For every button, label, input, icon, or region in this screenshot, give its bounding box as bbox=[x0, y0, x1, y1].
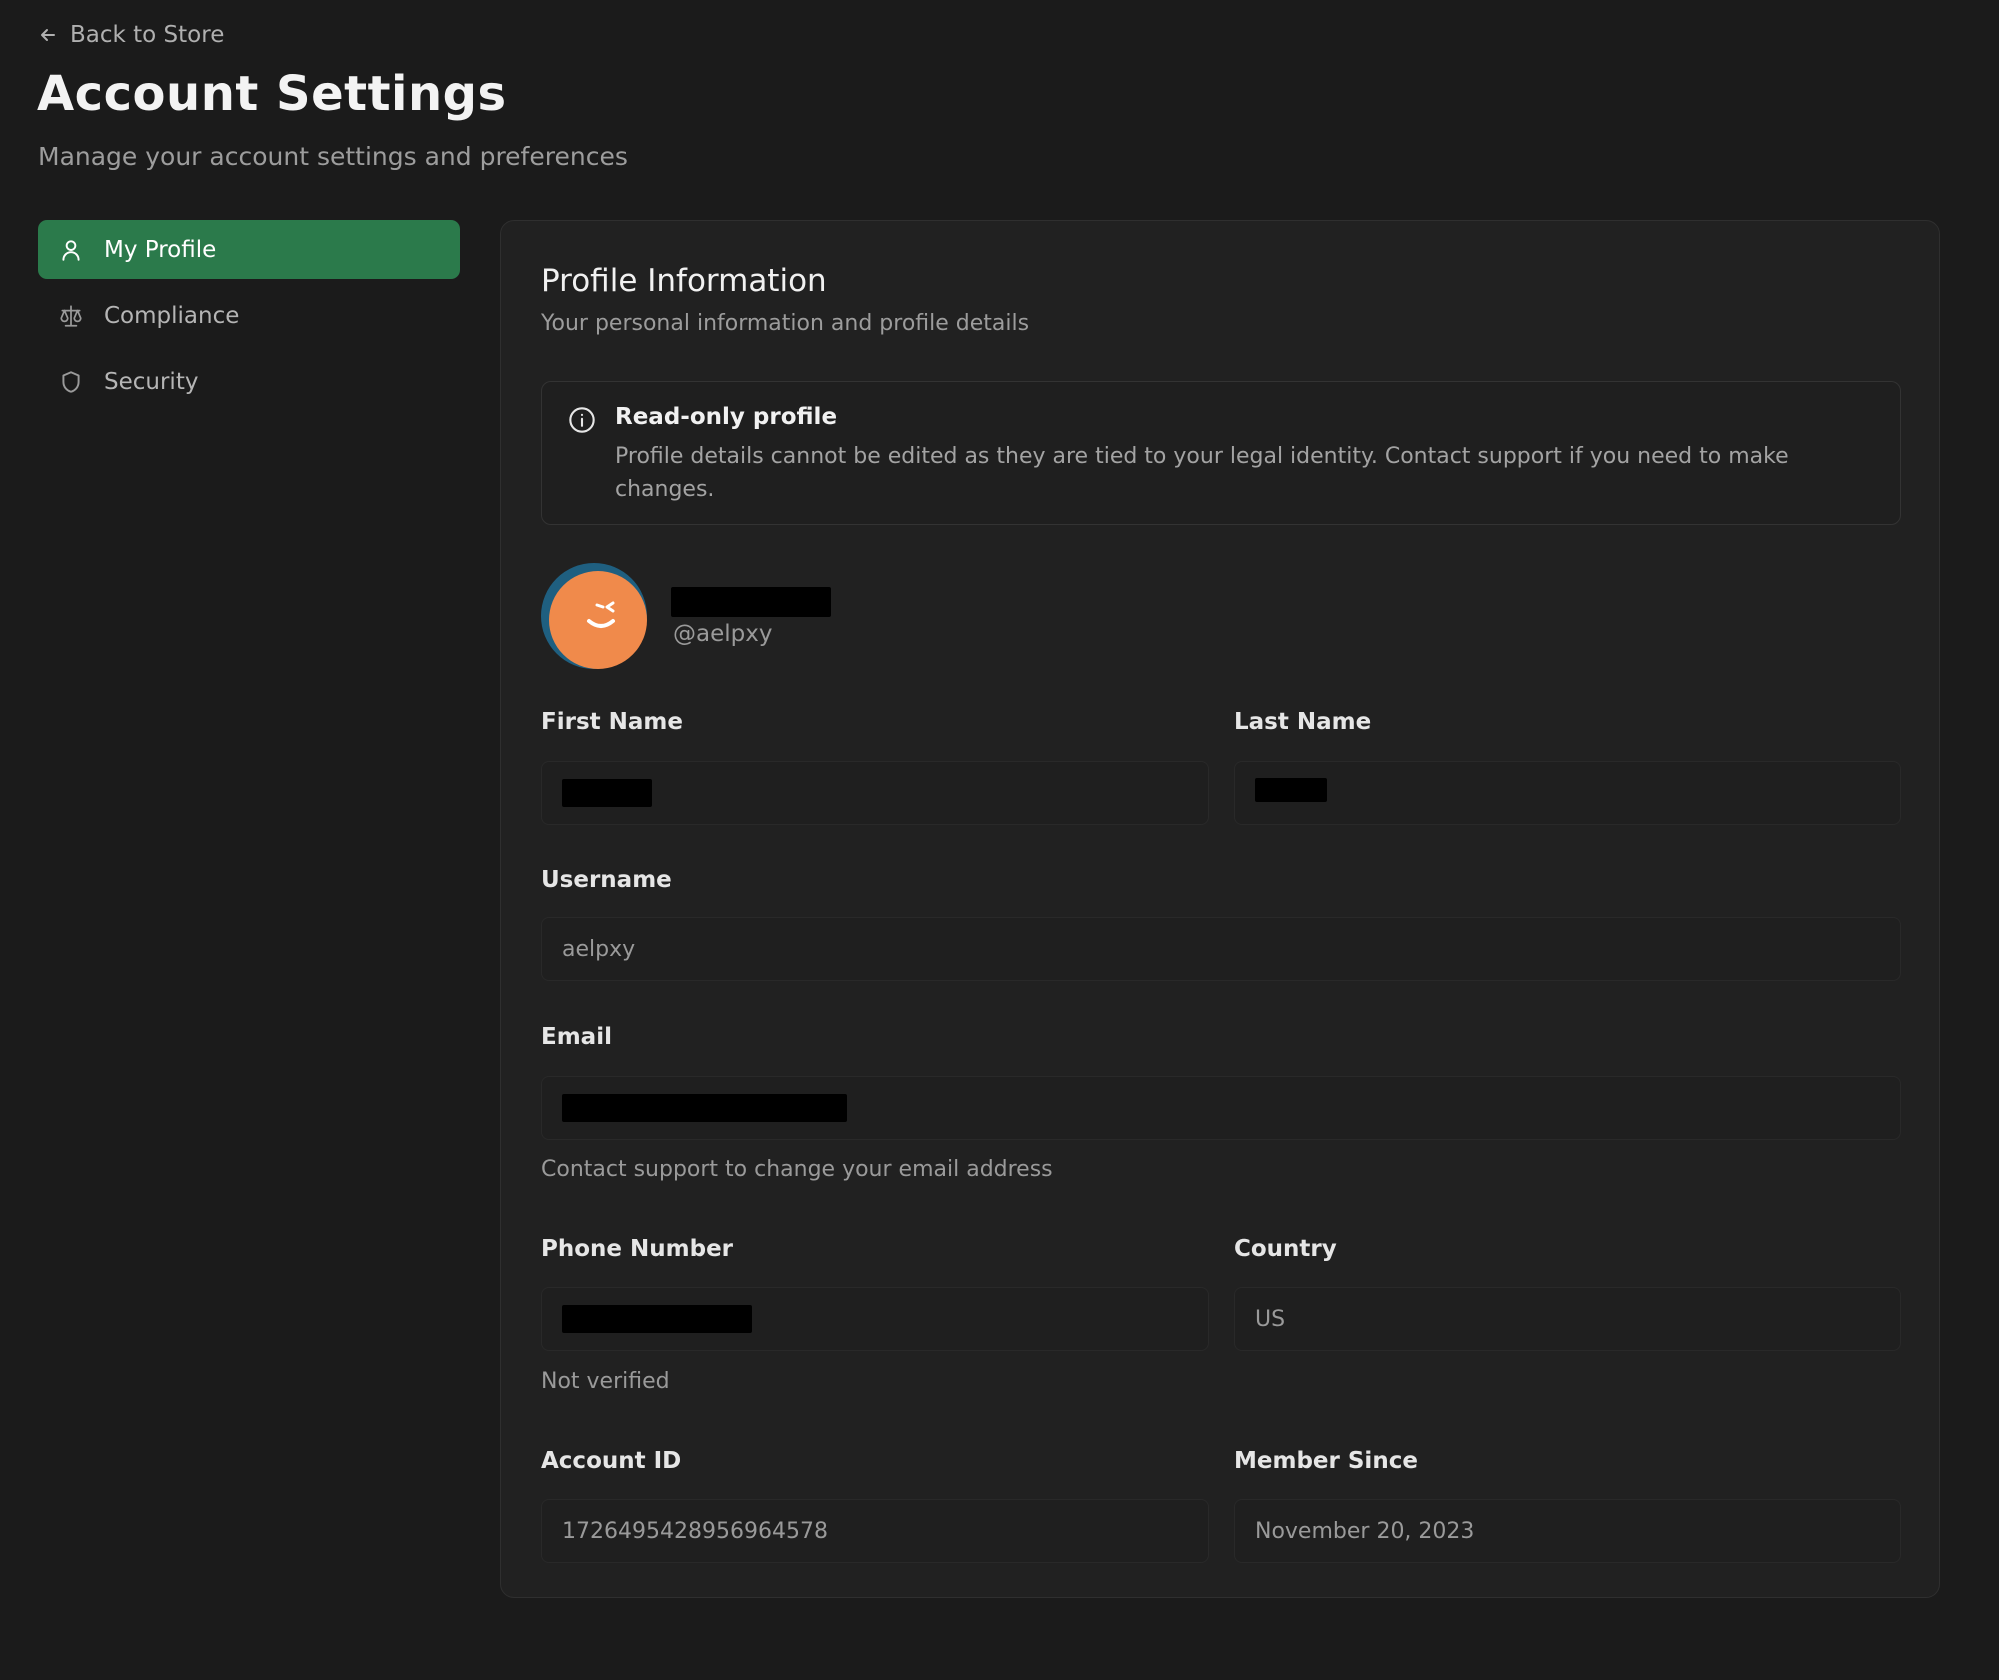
sidebar-item-label: Security bbox=[104, 368, 199, 395]
card-title: Profile Information bbox=[541, 263, 827, 299]
sidebar-item-compliance[interactable]: Compliance bbox=[38, 286, 460, 345]
shield-icon bbox=[62, 370, 80, 393]
sidebar-item-my-profile[interactable]: My Profile bbox=[38, 220, 460, 279]
country-label: Country bbox=[1234, 1236, 1337, 1262]
scale-icon bbox=[60, 304, 82, 327]
page-subtitle: Manage your account settings and prefere… bbox=[38, 142, 628, 171]
last-name-field[interactable] bbox=[1234, 761, 1901, 825]
sidebar-item-label: My Profile bbox=[104, 236, 217, 263]
member-since-field[interactable]: November 20, 2023 bbox=[1234, 1499, 1901, 1563]
info-icon bbox=[569, 407, 595, 433]
sidebar-item-label: Compliance bbox=[104, 302, 240, 329]
phone-label: Phone Number bbox=[541, 1236, 734, 1262]
avatar bbox=[541, 563, 647, 669]
user-icon bbox=[62, 239, 80, 261]
account-id-field[interactable]: 1726495428956964578 bbox=[541, 1499, 1209, 1563]
username-label: Username bbox=[541, 867, 672, 893]
back-to-store-link[interactable]: Back to Store bbox=[38, 22, 224, 48]
account-id-label: Account ID bbox=[541, 1448, 682, 1474]
phone-field[interactable] bbox=[541, 1287, 1209, 1351]
back-to-store-label: Back to Store bbox=[70, 22, 225, 48]
arrow-left-icon bbox=[41, 29, 55, 41]
notice-title: Read-only profile bbox=[615, 404, 838, 430]
card-subtitle: Your personal information and profile de… bbox=[541, 311, 1030, 336]
phone-verification-status: Not verified bbox=[541, 1369, 670, 1394]
last-name-redacted bbox=[1255, 778, 1327, 802]
sidebar-item-security[interactable]: Security bbox=[38, 352, 460, 411]
email-hint: Contact support to change your email add… bbox=[541, 1157, 1053, 1182]
display-name-redacted bbox=[671, 587, 831, 617]
member-since-label: Member Since bbox=[1234, 1448, 1418, 1474]
email-field[interactable] bbox=[541, 1076, 1901, 1140]
username-field[interactable]: aelpxy bbox=[541, 917, 1901, 981]
country-field[interactable]: US bbox=[1234, 1287, 1901, 1351]
first-name-label: First Name bbox=[541, 709, 683, 735]
first-name-field[interactable] bbox=[541, 761, 1209, 825]
phone-redacted bbox=[562, 1305, 752, 1333]
profile-card: Profile Information Your personal inform… bbox=[500, 220, 1940, 1598]
last-name-label: Last Name bbox=[1234, 709, 1372, 735]
email-redacted bbox=[562, 1094, 847, 1122]
settings-sidebar: My Profile Compliance Security bbox=[38, 220, 460, 418]
notice-text: Profile details cannot be edited as they… bbox=[615, 444, 1789, 502]
page-title: Account Settings bbox=[37, 66, 507, 122]
email-label: Email bbox=[541, 1024, 612, 1050]
first-name-redacted bbox=[562, 779, 652, 807]
read-only-notice: Read-only profile Profile details cannot… bbox=[541, 381, 1901, 525]
username-handle: @aelpxy bbox=[673, 621, 773, 647]
